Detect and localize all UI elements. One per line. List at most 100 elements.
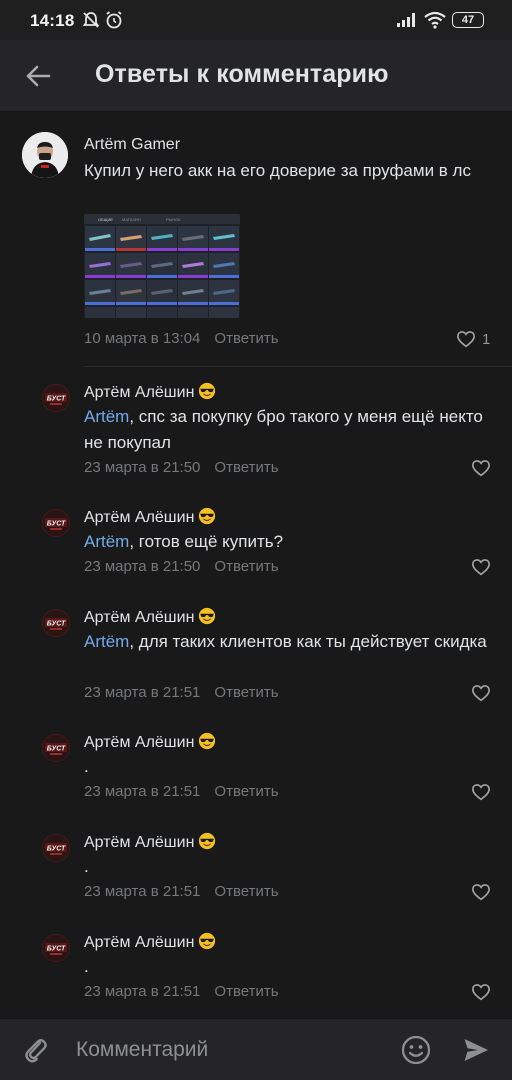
- like-button[interactable]: [471, 459, 491, 477]
- battery-level: 47: [461, 14, 475, 26]
- author-name: Артём Алёшин: [84, 384, 195, 401]
- paperclip-icon: [25, 1039, 47, 1063]
- avatar[interactable]: БУСТ: [42, 834, 70, 862]
- smiling-face-with-sunglasses-icon: [199, 607, 216, 625]
- avatar-text: БУСТ: [47, 946, 66, 953]
- comment-text: .: [84, 754, 500, 780]
- tab-text-1: ОБЩИЕ: [98, 217, 113, 222]
- heart-icon: [471, 884, 491, 901]
- like-button[interactable]: [471, 684, 491, 702]
- reply-button[interactable]: Ответить: [214, 883, 278, 900]
- comment-meta: 23 марта в 21:51 Ответить: [84, 883, 279, 900]
- like-button[interactable]: [471, 883, 491, 901]
- reply-button[interactable]: Ответить: [214, 330, 278, 347]
- comment-author[interactable]: Артём Алёшин: [84, 382, 216, 402]
- smiling-face-with-sunglasses-icon: [199, 732, 216, 750]
- comment-body: , спс за покупку бро такого у меня ещё н…: [84, 407, 483, 452]
- mention-link[interactable]: Artëm: [84, 407, 129, 426]
- boost-logo-avatar: БУСТ: [42, 384, 70, 412]
- attach-button[interactable]: [18, 1032, 54, 1068]
- reply-button[interactable]: Ответить: [214, 983, 278, 1000]
- comment-meta: 23 марта в 21:51 Ответить: [84, 783, 279, 800]
- avatar[interactable]: БУСТ: [42, 384, 70, 412]
- like-count: 1: [482, 330, 491, 348]
- comment-body: .: [84, 757, 89, 776]
- avatar[interactable]: БУСТ: [42, 934, 70, 962]
- send-icon: [464, 1039, 488, 1061]
- comment-author[interactable]: Артём Алёшин: [84, 832, 216, 852]
- comment-body: .: [84, 857, 89, 876]
- tab-text-2: МАГАЗИН: [122, 217, 141, 222]
- comment-meta: 23 марта в 21:50 Ответить: [84, 459, 279, 476]
- avatar[interactable]: БУСТ: [42, 509, 70, 537]
- like-button[interactable]: 1: [456, 330, 490, 348]
- boost-logo-avatar: БУСТ: [42, 609, 70, 637]
- app-header: Ответы к комментарию: [0, 40, 512, 112]
- comment-body: , для таких клиентов как ты действует ск…: [129, 632, 487, 651]
- heart-icon: [471, 984, 491, 1001]
- avatar-text: БУСТ: [47, 621, 66, 628]
- tab-text-3: РЫНОК: [166, 217, 181, 222]
- reply-button[interactable]: Ответить: [214, 684, 278, 701]
- comment-author[interactable]: Артём Алёшин: [84, 932, 216, 952]
- comment-author[interactable]: Артём Алёшин: [84, 607, 216, 627]
- avatar-text: БУСТ: [47, 521, 66, 528]
- heart-icon: [471, 685, 491, 702]
- emoji-button[interactable]: [398, 1032, 434, 1068]
- comment-date: 23 марта в 21:50: [84, 459, 201, 476]
- author-name: Артём Алёшин: [84, 509, 195, 526]
- signal-icon: [397, 13, 415, 27]
- back-button[interactable]: [16, 54, 60, 98]
- avatar[interactable]: БУСТ: [42, 734, 70, 762]
- heart-icon: [471, 784, 491, 801]
- heart-icon: [456, 331, 476, 348]
- arrow-left-icon: [26, 65, 51, 87]
- alarm-icon: [106, 11, 122, 29]
- comment-author[interactable]: Артём Алёшин: [84, 507, 216, 527]
- comment-date: 23 марта в 21:50: [84, 558, 201, 575]
- attachment-image[interactable]: ОБЩИЕ МАГАЗИН РЫНОК: [84, 214, 240, 318]
- smiling-face-with-sunglasses-icon: [199, 932, 216, 950]
- like-button[interactable]: [471, 558, 491, 576]
- comment-meta: 23 марта в 21:51 Ответить: [84, 983, 279, 1000]
- like-button[interactable]: [471, 983, 491, 1001]
- comment-meta: 23 марта в 21:50 Ответить: [84, 558, 279, 575]
- comment-author[interactable]: Артём Алёшин: [84, 732, 216, 752]
- comment-composer: [0, 1018, 512, 1080]
- author-name: Артём Алёшин: [84, 834, 195, 851]
- comment-meta: 23 марта в 21:51 Ответить: [84, 684, 279, 701]
- inventory-screenshot: ОБЩИЕ МАГАЗИН РЫНОК: [84, 214, 240, 318]
- avatar-text: БУСТ: [47, 746, 66, 753]
- comment-input[interactable]: [76, 1035, 376, 1065]
- like-button[interactable]: [471, 783, 491, 801]
- comment-author[interactable]: Artëm Gamer: [84, 136, 180, 154]
- smiley-icon: [401, 1035, 431, 1065]
- reply-button[interactable]: Ответить: [214, 459, 278, 476]
- comment-date: 10 марта в 13:04: [84, 330, 201, 347]
- divider: [84, 366, 512, 367]
- avatar-text: БУСТ: [47, 396, 66, 403]
- comment-text: .: [84, 854, 500, 880]
- comment-date: 23 марта в 21:51: [84, 783, 201, 800]
- mention-link[interactable]: Artëm: [84, 532, 129, 551]
- reply-button[interactable]: Ответить: [214, 783, 278, 800]
- reply-button[interactable]: Ответить: [214, 558, 278, 575]
- avatar[interactable]: [22, 132, 68, 178]
- avatar[interactable]: БУСТ: [42, 609, 70, 637]
- battery-icon: 47: [452, 12, 484, 28]
- comment-body: .: [84, 957, 89, 976]
- send-button[interactable]: [458, 1032, 494, 1068]
- boost-logo-avatar: БУСТ: [42, 734, 70, 762]
- smiling-face-with-sunglasses-icon: [199, 507, 216, 525]
- comment-text: Artëm, готов ещё купить?: [84, 529, 500, 555]
- avatar-text: БУСТ: [47, 846, 66, 853]
- comment-text: Artëm, спс за покупку бро такого у меня …: [84, 404, 500, 456]
- comment-text: Купил у него акк на его доверие за пруфа…: [84, 161, 471, 180]
- status-time: 14:18: [30, 11, 75, 30]
- comment-text: .: [84, 954, 500, 980]
- do-not-disturb-icon: [82, 12, 100, 28]
- author-name: Артём Алёшин: [84, 934, 195, 951]
- mention-link[interactable]: Artëm: [84, 632, 129, 651]
- wifi-icon: [424, 11, 446, 29]
- heart-icon: [471, 460, 491, 477]
